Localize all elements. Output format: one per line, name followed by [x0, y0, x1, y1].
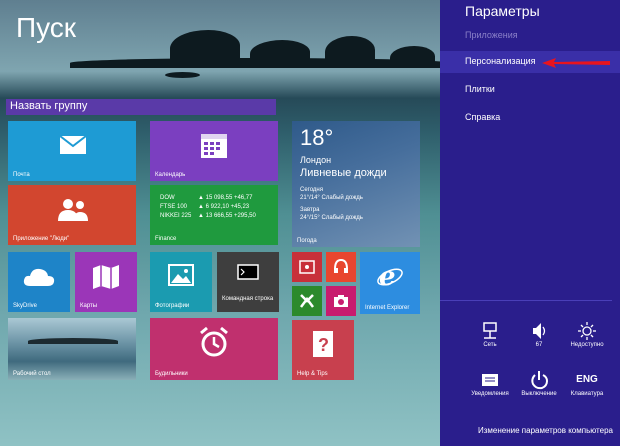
calendar-icon — [201, 134, 227, 158]
map-icon — [93, 265, 119, 289]
rock-peak — [250, 40, 310, 66]
tile-people-label: Приложение "Люди" — [13, 236, 70, 242]
photo-icon — [168, 264, 194, 286]
tile-finance-label: Finance — [155, 236, 177, 242]
tile-cmd[interactable]: Командная строка — [217, 252, 279, 312]
start-title: Пуск — [16, 12, 77, 43]
weather-city: Лондон — [300, 155, 332, 165]
quick-brightness-button[interactable]: Недоступно — [562, 320, 612, 360]
tile-mail[interactable]: Почта — [8, 121, 136, 181]
keyboard-icon: ENG — [576, 374, 598, 385]
finance-row-name: DOW — [160, 195, 175, 201]
tile-alarms-label: Будильники — [155, 371, 188, 377]
quick-label: 67 — [535, 342, 543, 348]
group-name-bar[interactable]: Назвать группу — [6, 99, 276, 115]
tile-alarms[interactable]: Будильники — [150, 318, 278, 380]
quick-notifications-button[interactable]: Уведомления — [465, 369, 515, 409]
video-icon — [299, 260, 315, 274]
camera-icon — [334, 295, 348, 307]
quick-network-button[interactable]: Сеть — [465, 320, 515, 360]
tile-mail-label: Почта — [13, 172, 30, 178]
tile-weather[interactable]: 18° Лондон Ливневые дожди Сегодня 21°/14… — [292, 121, 420, 247]
tile-video[interactable] — [292, 252, 322, 282]
weather-today: Сегодня — [300, 187, 323, 193]
change-pc-settings-link[interactable]: Изменение параметров компьютера — [478, 426, 613, 435]
tile-desktop-label: Рабочий стол — [13, 371, 51, 377]
ie-icon: e — [377, 262, 403, 290]
quick-label: Сеть — [483, 342, 497, 348]
tile-help-label: Help & Tips — [297, 371, 328, 377]
tile-calendar-label: Календарь — [155, 172, 186, 178]
notifications-icon — [482, 374, 498, 386]
quick-keyboard-button[interactable]: ENG Клавиатура — [562, 369, 612, 409]
settings-item-label: Персонализация — [465, 56, 536, 66]
tile-games[interactable] — [292, 286, 322, 316]
rock-peak — [325, 36, 375, 66]
alarm-icon — [200, 326, 228, 357]
rock-small — [165, 72, 200, 78]
settings-item-label: Справка — [465, 112, 501, 122]
settings-apps-label: Приложения — [465, 30, 518, 40]
tile-music[interactable] — [326, 252, 356, 282]
svg-text:?: ? — [318, 335, 329, 355]
finance-row-value: ▲ 15 098,55 +46,77 — [198, 195, 253, 201]
settings-title: Параметры — [465, 3, 540, 19]
rock-peak — [390, 46, 435, 68]
quick-label: Недоступно — [570, 342, 604, 348]
quick-label: Клавиатура — [570, 391, 604, 397]
weather-today-forecast: 21°/14° Слабый дождь — [300, 195, 363, 201]
tile-weather-label: Погода — [297, 238, 317, 244]
finance-row-name: FTSE 100 — [160, 204, 188, 210]
help-book-icon: ? — [313, 331, 333, 357]
quick-label: Выключение — [521, 391, 557, 397]
settings-item-label: Плитки — [465, 84, 495, 94]
settings-item-help[interactable]: Справка — [440, 107, 620, 129]
tile-camera[interactable] — [326, 286, 356, 316]
tile-skydrive-label: SkyDrive — [13, 303, 38, 309]
tile-desktop[interactable]: Рабочий стол — [8, 318, 136, 380]
headphones-icon — [334, 259, 348, 273]
brightness-icon — [578, 322, 596, 340]
network-icon — [483, 322, 497, 339]
tile-skydrive[interactable]: SkyDrive — [8, 252, 70, 312]
quick-power-button[interactable]: Выключение — [514, 369, 564, 409]
weather-tomorrow-forecast: 24°/15° Слабый дождь — [300, 215, 363, 221]
tile-cmd-label: Командная строка — [222, 296, 274, 302]
cloud-icon — [23, 268, 55, 286]
power-icon — [531, 371, 549, 390]
tile-internet-explorer[interactable]: e Internet Explorer — [360, 252, 420, 314]
mail-icon — [59, 135, 87, 154]
group-name-label: Назвать группу — [10, 100, 88, 112]
finance-row: FTSE 100 ▲ 6 922,10 +45,23 — [160, 204, 249, 210]
tile-calendar[interactable]: Календарь — [150, 121, 278, 181]
tile-finance[interactable]: DOW ▲ 15 098,55 +46,77 FTSE 100 ▲ 6 922,10… — [150, 185, 278, 245]
quick-label: Уведомления — [471, 391, 509, 397]
panel-divider — [440, 300, 612, 301]
finance-row-value: ▲ 13 666,55 +295,50 — [198, 213, 256, 219]
finance-row-value: ▲ 6 922,10 +45,23 — [198, 204, 250, 210]
rock-peak — [170, 30, 240, 64]
tile-photos-label: Фотографии — [155, 303, 190, 309]
cmd-icon — [237, 264, 259, 280]
quick-volume-button[interactable]: 67 — [514, 320, 564, 360]
tile-maps-label: Карты — [80, 303, 98, 309]
red-arrow-icon — [542, 58, 610, 68]
volume-icon — [533, 323, 546, 339]
desktop-rocks — [28, 338, 118, 344]
tile-maps[interactable]: Карты — [75, 252, 137, 312]
weather-temp: 18° — [300, 125, 334, 150]
xbox-icon — [300, 294, 314, 308]
tile-people[interactable]: Приложение "Люди" — [8, 185, 136, 245]
finance-row: NIKKEI 225 ▲ 13 666,55 +295,50 — [160, 213, 256, 219]
finance-row-name: NIKKEI 225 — [160, 213, 192, 219]
tile-photos[interactable]: Фотографии — [150, 252, 212, 312]
finance-row: DOW ▲ 15 098,55 +46,77 — [160, 195, 252, 201]
tile-help[interactable]: ? Help & Tips — [292, 320, 354, 380]
weather-tomorrow: Завтра — [300, 207, 320, 213]
people-icon — [58, 199, 88, 221]
weather-condition: Ливневые дожди — [300, 167, 387, 179]
settings-item-tiles[interactable]: Плитки — [440, 79, 620, 101]
tile-ie-label: Internet Explorer — [365, 305, 410, 311]
